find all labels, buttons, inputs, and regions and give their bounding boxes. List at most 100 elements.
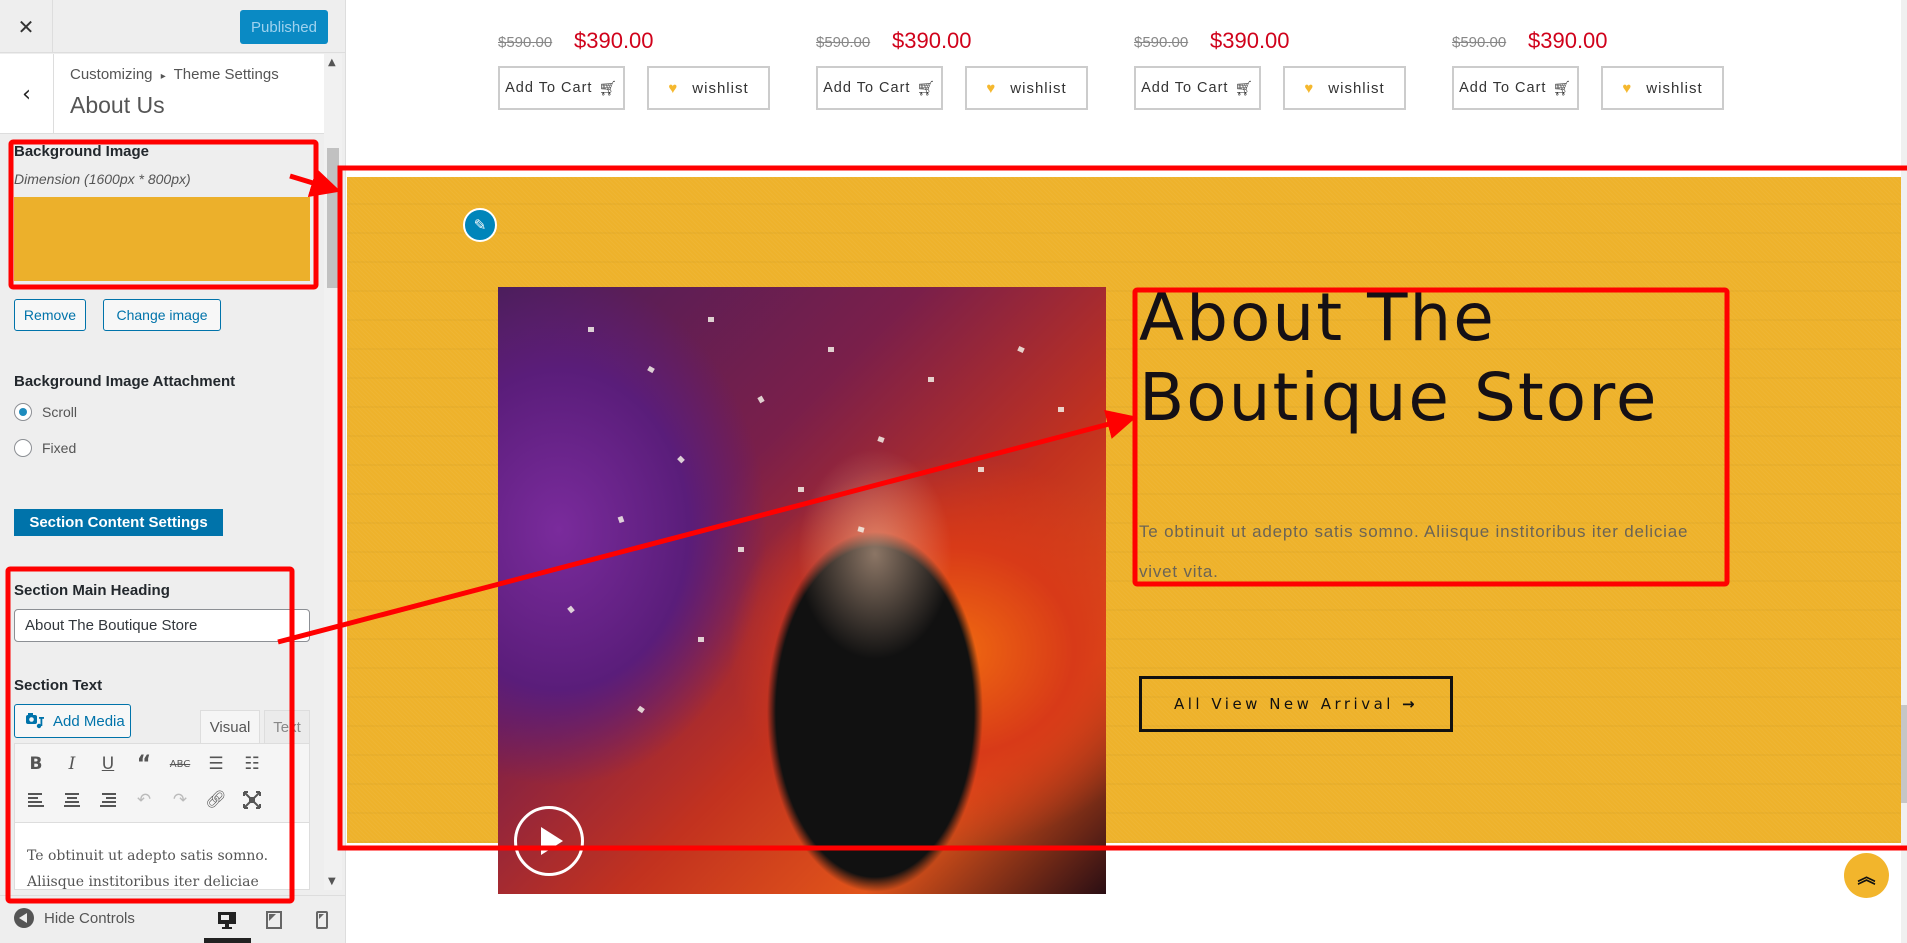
add-to-cart-label: Add To Cart <box>505 80 593 96</box>
background-image-description: Dimension (1600px * 800px) <box>14 171 191 187</box>
mobile-preview-button[interactable] <box>308 906 336 934</box>
tab-visual[interactable]: Visual <box>200 710 260 744</box>
old-price: $590.00 <box>1134 34 1189 51</box>
change-image-button[interactable]: Change image <box>103 299 221 331</box>
section-header: ‹ Customizing ▸ Theme Settings About Us <box>0 54 324 134</box>
heart-icon: ♥ <box>986 79 997 97</box>
scroll-up-icon[interactable]: ▲ <box>328 57 336 68</box>
redo-icon[interactable]: ↷ <box>166 786 194 814</box>
product-card: $590.00 $390.00 Add To Cart 🛒︎ ♥ wishlist <box>498 28 798 113</box>
fullscreen-icon[interactable] <box>238 786 266 814</box>
about-image <box>498 287 1106 894</box>
back-to-top-button[interactable]: ︽ <box>1844 853 1889 898</box>
heart-icon: ♥ <box>1622 79 1633 97</box>
add-to-cart-button[interactable]: Add To Cart 🛒︎ <box>498 66 625 110</box>
mobile-icon <box>316 911 328 929</box>
tab-text[interactable]: Text <box>264 710 310 744</box>
italic-icon[interactable]: I <box>58 750 86 778</box>
wishlist-button[interactable]: ♥ wishlist <box>965 66 1088 110</box>
preview-scroll-thumb[interactable] <box>1901 705 1907 803</box>
link-icon[interactable]: 🔗︎ <box>202 786 230 814</box>
desktop-preview-button[interactable] <box>213 906 241 934</box>
section-text-label: Section Text <box>14 677 103 694</box>
editor-line-1: Te obtinuit ut adepto satis somno. <box>27 848 269 864</box>
customizer-panel: ✕ Published ‹ Customizing ▸ Theme Settin… <box>0 0 346 943</box>
align-left-icon[interactable] <box>22 786 50 814</box>
background-image-label: Background Image <box>14 143 150 160</box>
add-to-cart-button[interactable]: Add To Cart 🛒︎ <box>1134 66 1261 110</box>
double-chevron-up-icon: ︽ <box>1857 866 1876 888</box>
radio-fixed-input[interactable] <box>14 439 32 457</box>
about-heading-line-1: About The <box>1139 279 1496 356</box>
tablet-icon <box>266 911 282 929</box>
wishlist-label: wishlist <box>1646 79 1703 97</box>
hide-controls-button[interactable]: Hide Controls <box>14 908 135 928</box>
blockquote-icon[interactable]: “ <box>130 750 158 778</box>
editor-content[interactable]: Te obtinuit ut adepto satis somno. Aliis… <box>14 823 310 890</box>
edit-shortcut-button[interactable]: ✎ <box>463 208 497 242</box>
back-button[interactable]: ‹ <box>0 54 54 134</box>
play-video-button[interactable] <box>514 806 584 876</box>
view-new-arrival-label: All View New Arrival <box>1173 695 1394 713</box>
breadcrumb-root: Customizing <box>70 66 153 83</box>
collapse-arrow-icon <box>14 908 34 928</box>
wishlist-label: wishlist <box>1010 79 1067 97</box>
numbered-list-icon[interactable]: ☷ <box>238 750 266 778</box>
add-to-cart-label: Add To Cart <box>1459 80 1547 96</box>
align-center-icon[interactable] <box>58 786 86 814</box>
product-card: $590.00 $390.00 Add To Cart 🛒︎ ♥ wishlist <box>816 28 1116 113</box>
align-right-icon[interactable] <box>94 786 122 814</box>
product-card: $590.00 $390.00 Add To Cart 🛒︎ ♥ wishlist <box>1452 28 1752 113</box>
panel-scrollbar[interactable]: ▲ ▼ <box>324 54 342 890</box>
sale-price: $390.00 <box>1528 28 1608 53</box>
section-title: About Us <box>70 92 165 118</box>
customizer-header: ✕ Published <box>0 0 345 53</box>
wishlist-button[interactable]: ♥ wishlist <box>1601 66 1724 110</box>
wishlist-button[interactable]: ♥ wishlist <box>647 66 770 110</box>
chevron-left-icon: ‹ <box>22 81 31 107</box>
old-price: $590.00 <box>1452 34 1507 51</box>
screen: ✕ Published ‹ Customizing ▸ Theme Settin… <box>0 0 1907 943</box>
add-to-cart-button[interactable]: Add To Cart 🛒︎ <box>1452 66 1579 110</box>
underline-icon[interactable]: U <box>94 750 122 778</box>
editor-line-2: Aliisque institoribus iter deliciae <box>27 874 259 890</box>
section-content-settings-button[interactable]: Section Content Settings <box>14 509 223 536</box>
radio-scroll[interactable]: Scroll <box>14 403 77 421</box>
publish-button[interactable]: Published <box>240 10 328 44</box>
add-to-cart-button[interactable]: Add To Cart 🛒︎ <box>816 66 943 110</box>
add-media-button[interactable]: Add Media <box>14 704 131 738</box>
active-device-indicator <box>204 938 251 943</box>
bold-icon[interactable]: B <box>22 750 50 778</box>
cart-icon: 🛒︎ <box>1552 80 1572 97</box>
scroll-down-icon[interactable]: ▼ <box>328 876 336 887</box>
background-image-preview[interactable] <box>14 197 310 281</box>
heart-icon: ♥ <box>668 79 679 97</box>
breadcrumb: Customizing ▸ Theme Settings <box>70 66 279 83</box>
view-new-arrival-button[interactable]: All View New Arrival → <box>1139 676 1453 732</box>
remove-image-button[interactable]: Remove <box>14 299 86 331</box>
radio-scroll-input[interactable] <box>14 403 32 421</box>
product-card: $590.00 $390.00 Add To Cart 🛒︎ ♥ wishlist <box>1134 28 1434 113</box>
cart-icon: 🛒︎ <box>916 80 936 97</box>
bullet-list-icon[interactable]: ☰ <box>202 750 230 778</box>
sale-price: $390.00 <box>892 28 972 53</box>
main-heading-input[interactable]: About The Boutique Store <box>14 609 310 642</box>
about-section: ✎ About The Boutique Store Te obtinuit u… <box>347 177 1901 894</box>
radio-fixed[interactable]: Fixed <box>14 439 76 457</box>
close-customizer-button[interactable]: ✕ <box>0 0 53 53</box>
undo-icon[interactable]: ↶ <box>130 786 158 814</box>
old-price: $590.00 <box>498 34 553 51</box>
pencil-icon: ✎ <box>473 216 487 234</box>
breadcrumb-separator-icon: ▸ <box>160 71 166 82</box>
panel-scroll-thumb[interactable] <box>327 148 339 288</box>
arrow-right-icon: → <box>1401 695 1419 713</box>
wishlist-button[interactable]: ♥ wishlist <box>1283 66 1406 110</box>
radio-fixed-label: Fixed <box>42 440 77 456</box>
about-text: Te obtinuit ut adepto satis somno. Aliis… <box>1139 522 1689 581</box>
tablet-preview-button[interactable] <box>260 906 288 934</box>
add-media-label: Add Media <box>53 712 125 730</box>
site-preview: $590.00 $390.00 Add To Cart 🛒︎ ♥ wishlist … <box>347 0 1907 943</box>
wishlist-label: wishlist <box>692 79 749 97</box>
strikethrough-icon[interactable]: ABC <box>166 750 194 778</box>
main-heading-label: Section Main Heading <box>14 582 170 599</box>
